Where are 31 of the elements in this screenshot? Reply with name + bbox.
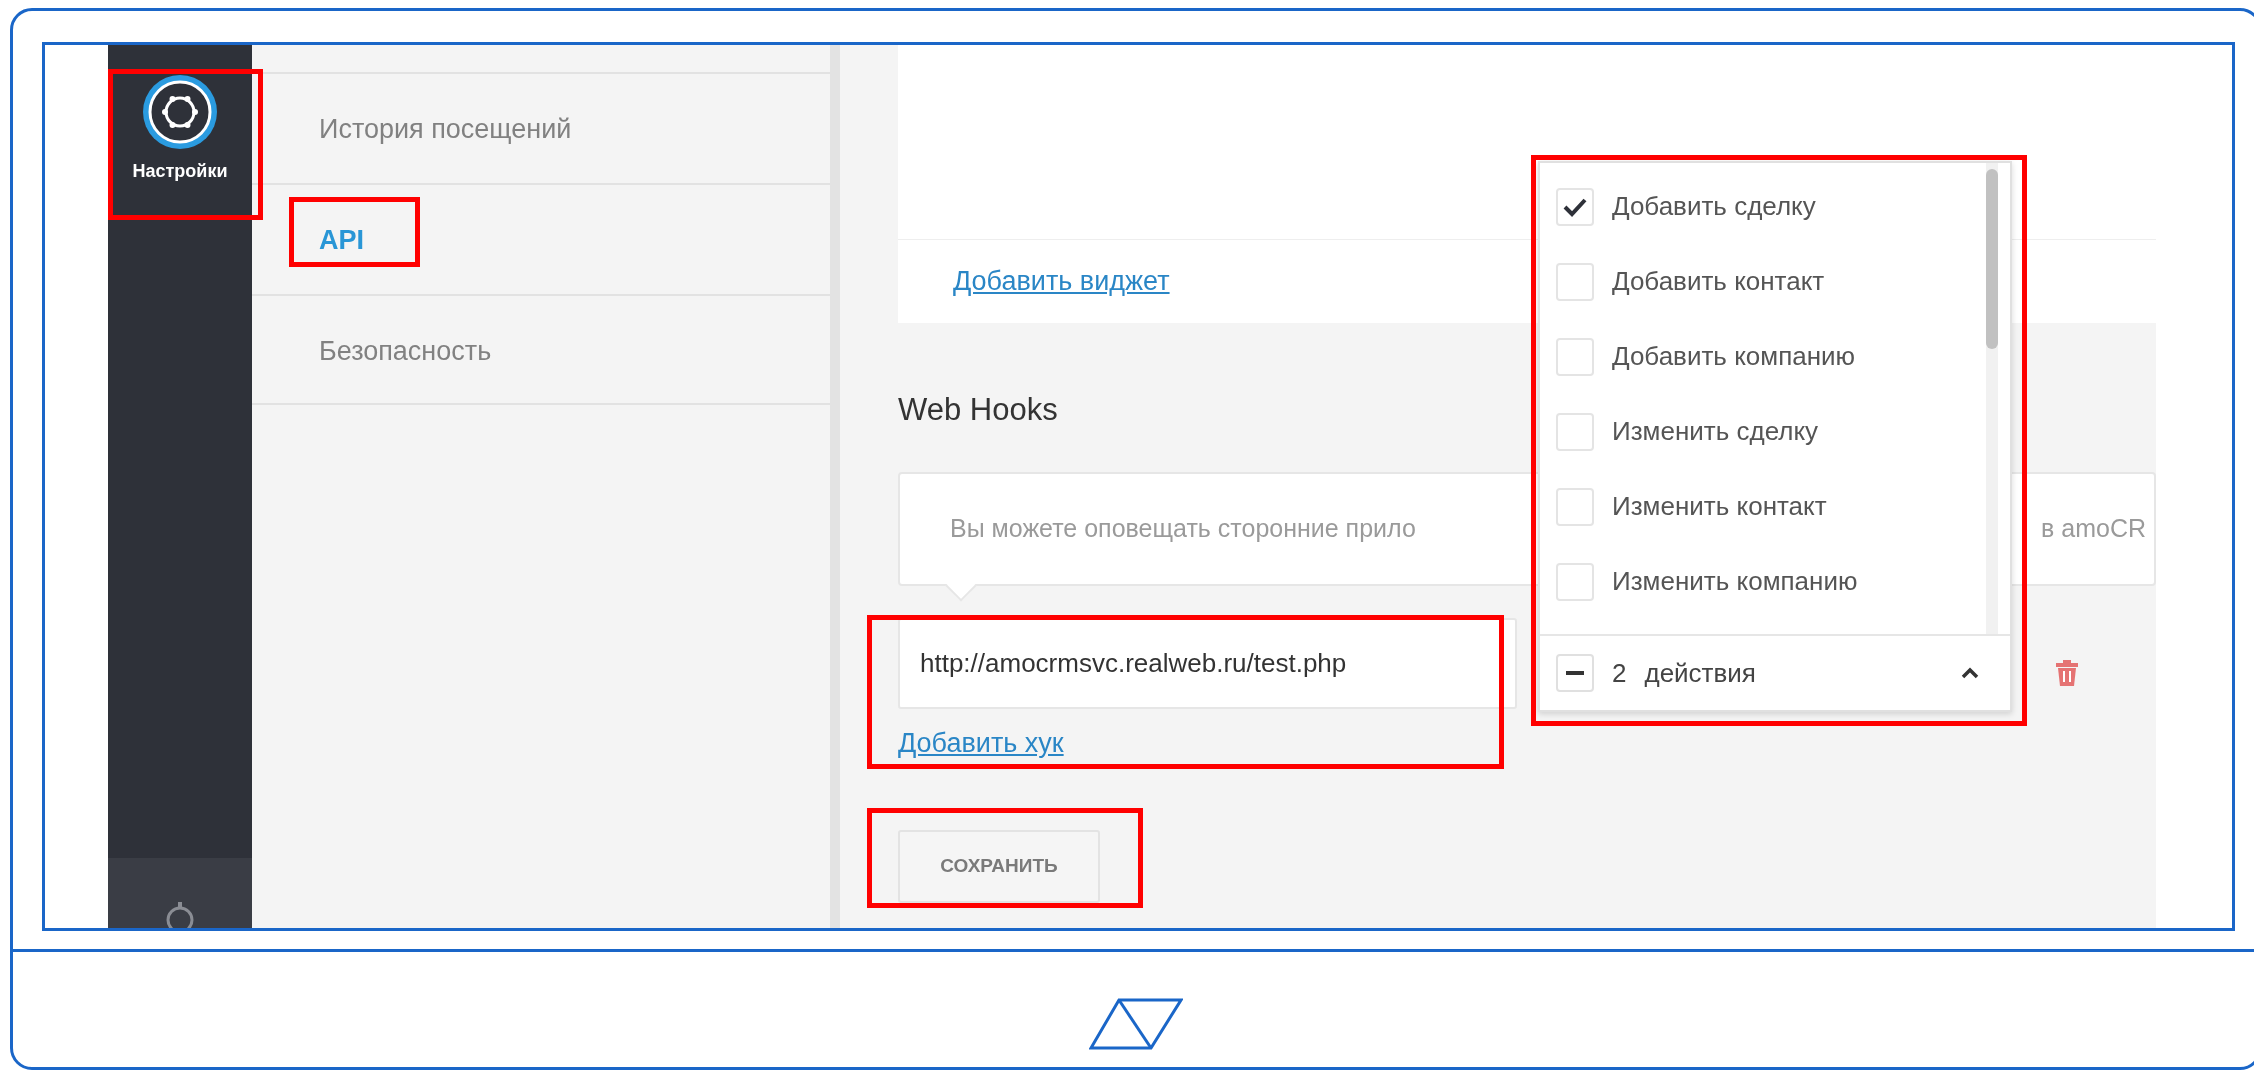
gear-icon[interactable]: [140, 72, 220, 152]
settings-menu-item[interactable]: Безопасность: [252, 294, 830, 405]
actions-label: действия: [1644, 656, 1757, 690]
check-icon: [1563, 196, 1587, 217]
checkbox[interactable]: [1556, 262, 1594, 301]
save-button[interactable]: СОХРАНИТЬ: [898, 829, 1100, 903]
checkbox-label: Добавить сделку: [1612, 190, 1816, 223]
checkbox[interactable]: [1556, 412, 1594, 451]
trash-icon[interactable]: [2056, 660, 2078, 686]
deselect-button[interactable]: [1556, 654, 1594, 692]
add-widget-link[interactable]: Добавить виджет: [953, 261, 1170, 302]
checkbox-label: Добавить контакт: [1612, 265, 1825, 298]
info-text: в amoCR: [2041, 513, 2147, 545]
checkbox[interactable]: [1556, 187, 1594, 226]
section-title: Web Hooks: [898, 391, 1059, 429]
checkbox-label: Изменить сделку: [1612, 415, 1819, 448]
checkbox[interactable]: [1556, 562, 1594, 601]
checkbox-label: Изменить компанию: [1612, 565, 1858, 598]
checkbox[interactable]: [1556, 487, 1594, 526]
checkbox-label: Добавить компанию: [1612, 340, 1856, 373]
checkbox-label: Изменить контакт: [1612, 490, 1827, 523]
triangles-icon: [1089, 998, 1183, 1050]
checkbox[interactable]: [1556, 337, 1594, 376]
sidebar-label: Настройки: [132, 160, 228, 183]
add-hook-link[interactable]: Добавить хук: [898, 723, 1064, 764]
scrollbar[interactable]: [1986, 163, 1998, 634]
url-field[interactable]: http://amocrmsvc.realweb.ru/test.php: [898, 618, 1517, 709]
chevron-up-icon[interactable]: [1960, 666, 1980, 680]
actions-count: 2: [1612, 656, 1627, 690]
info-text: Вы можете оповещать сторонние прило: [950, 513, 1416, 545]
minus-icon: [1566, 671, 1584, 675]
